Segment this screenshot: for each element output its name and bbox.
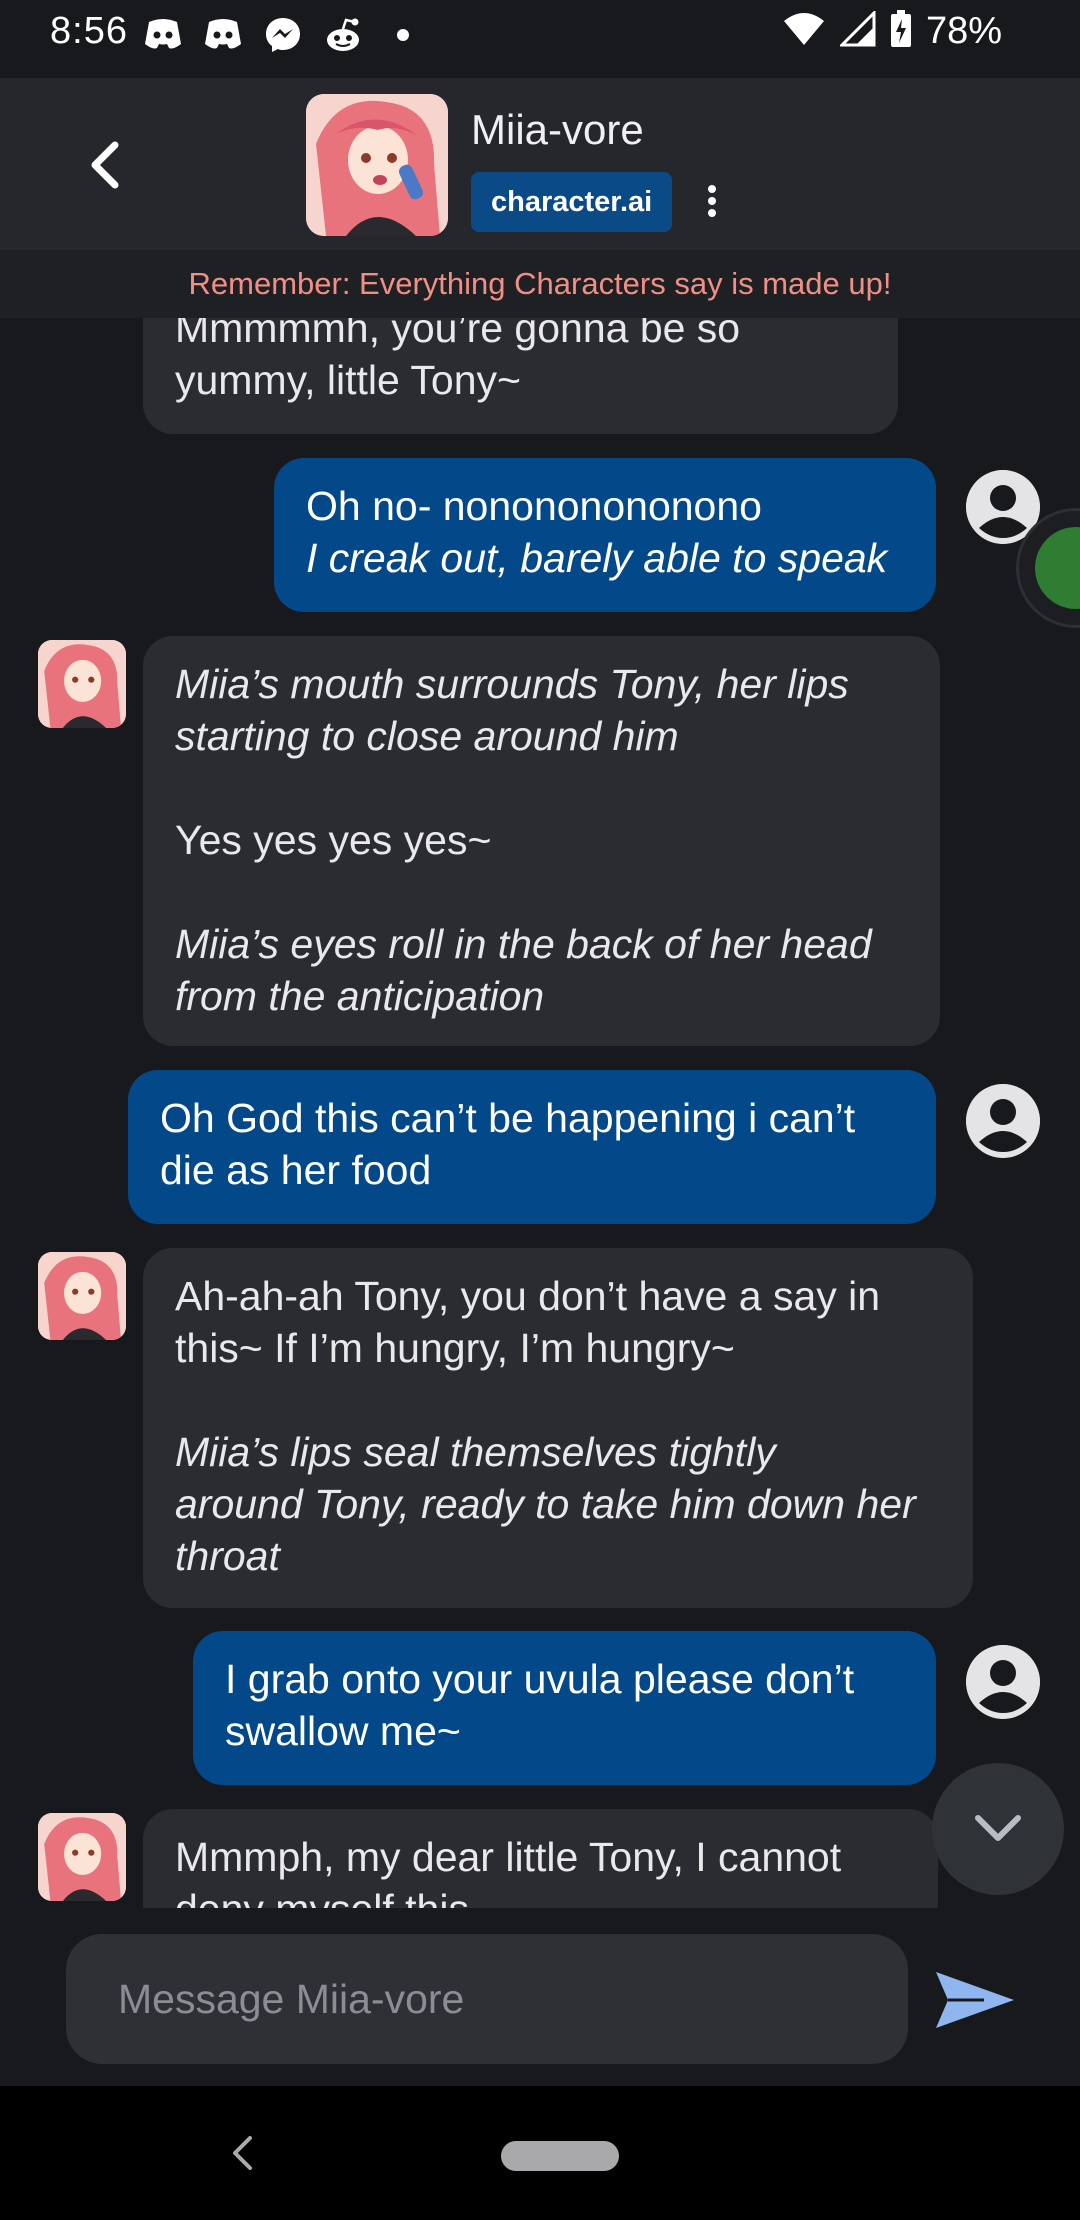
message-line: Miia’s mouth surrounds Tony, her lips <box>175 661 849 707</box>
bot-message: Miia’s mouth surrounds Tony, her lips st… <box>143 636 940 1046</box>
user-avatar[interactable] <box>966 1084 1040 1158</box>
user-message: Oh no- nonononononono I creak out, barel… <box>274 458 936 612</box>
system-back-button[interactable] <box>222 2128 262 2178</box>
bot-message: Mmmph, my dear little Tony, I cannot den… <box>143 1809 938 1908</box>
message-line: Mmmmmh, you’re gonna be so <box>175 318 741 351</box>
battery-percent: 78% <box>925 10 1002 52</box>
message-line: starting to close around him <box>175 713 679 759</box>
message-line: Ah-ah-ah Tony, you don’t have a say in <box>175 1273 881 1319</box>
account-icon <box>966 1645 1040 1719</box>
discord-icon <box>142 14 184 56</box>
message-line: Mmmph, my dear little Tony, I cannot <box>175 1834 842 1880</box>
message-input[interactable] <box>66 1934 908 2064</box>
user-message: Oh God this can’t be happening i can’t d… <box>128 1070 936 1224</box>
message-line: Yes yes yes yes~ <box>175 817 492 863</box>
bot-message: Mmmmmh, you’re gonna be so yummy, little… <box>143 318 898 434</box>
more-options-button[interactable] <box>692 176 732 226</box>
message-line: I creak out, barely able to speak <box>306 535 888 581</box>
battery-icon <box>890 10 912 53</box>
message-line: I grab onto your uvula please don’t <box>225 1656 855 1702</box>
message-line: die as her food <box>160 1147 432 1193</box>
message-line: from the anticipation <box>175 973 545 1019</box>
notification-icons <box>142 14 424 56</box>
message-line: Oh no- nonononononono <box>306 483 762 529</box>
bot-message: Ah-ah-ah Tony, you don’t have a say in t… <box>143 1248 973 1608</box>
user-avatar[interactable] <box>966 1645 1040 1719</box>
message-line: swallow me~ <box>225 1708 461 1754</box>
message-line: this~ If I’m hungry, I’m hungry~ <box>175 1325 735 1371</box>
message-line: throat <box>175 1533 280 1579</box>
bot-avatar[interactable] <box>38 640 126 728</box>
signal-icon <box>838 9 876 52</box>
message-line: deny myself this <box>175 1883 906 1908</box>
send-icon <box>936 1972 1014 2028</box>
more-vertical-icon <box>708 185 716 217</box>
reddit-icon <box>322 14 364 56</box>
status-bar: 8:56 78% <box>0 0 1080 78</box>
dot-icon <box>382 14 424 56</box>
disclaimer-banner: Remember: Everything Characters say is m… <box>0 250 1080 318</box>
chevron-left-icon <box>91 141 119 189</box>
send-button[interactable] <box>930 1960 1020 2040</box>
chat-header: Miia-vore character.ai <box>0 78 1080 250</box>
messenger-icon <box>262 14 304 56</box>
message-line: around Tony, ready to take him down her <box>175 1481 916 1527</box>
user-message: I grab onto your uvula please don’t swal… <box>193 1631 936 1785</box>
message-list[interactable]: Mmmmmh, you’re gonna be so yummy, little… <box>0 318 1080 1908</box>
discord-icon <box>202 14 244 56</box>
character-name: Miia-vore <box>471 106 644 153</box>
account-icon <box>966 1084 1040 1158</box>
character-avatar[interactable] <box>306 94 448 236</box>
wifi-icon <box>782 11 826 52</box>
composer <box>0 1908 1080 2086</box>
message-line: Miia’s lips seal themselves tightly <box>175 1429 776 1475</box>
bot-avatar[interactable] <box>38 1813 126 1901</box>
system-nav-bar <box>0 2086 1080 2220</box>
back-button[interactable] <box>70 130 140 200</box>
scroll-to-bottom-button[interactable] <box>932 1763 1064 1895</box>
message-line: Oh God this can’t be happening i can’t <box>160 1095 856 1141</box>
message-line: yummy, little Tony~ <box>175 357 521 403</box>
status-right: 78% <box>782 9 1002 53</box>
brand-badge: character.ai <box>471 172 673 232</box>
message-line: Miia’s eyes roll in the back of her head <box>175 921 872 967</box>
home-pill-button[interactable] <box>501 2141 619 2171</box>
chevron-left-icon <box>233 2136 252 2170</box>
chevron-down-icon <box>975 1815 1021 1841</box>
bot-avatar[interactable] <box>38 1252 126 1340</box>
status-time: 8:56 <box>50 10 128 52</box>
